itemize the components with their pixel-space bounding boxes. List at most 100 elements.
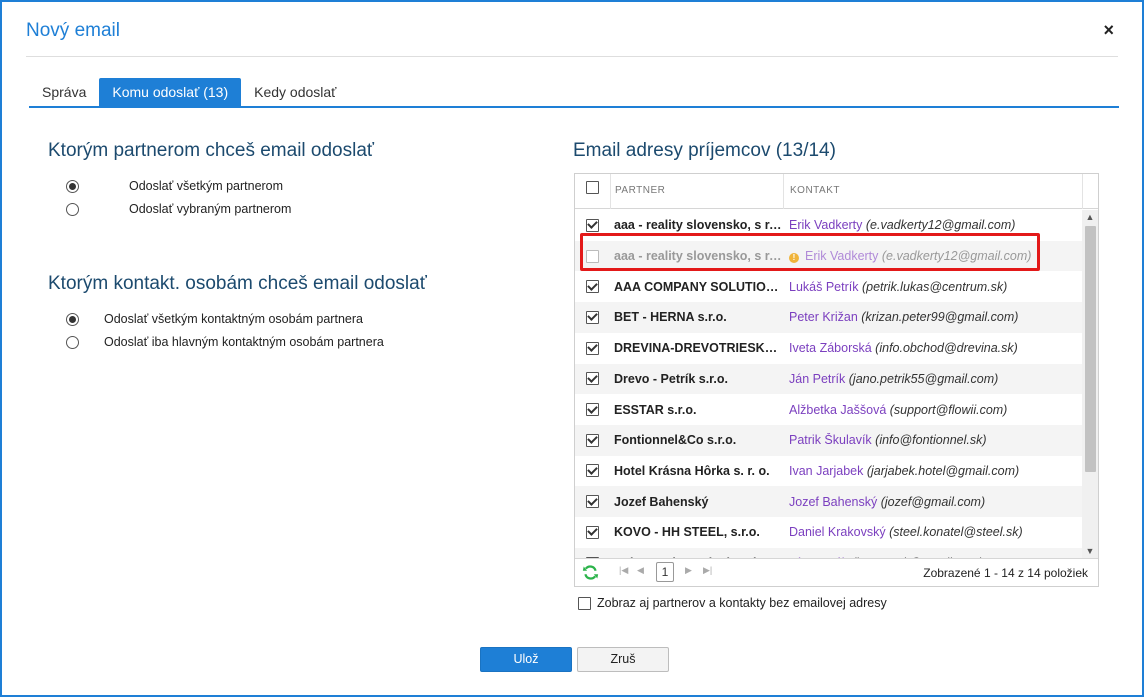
contact-name-link[interactable]: Daniel Krakovský [789,525,886,539]
contact-name-link[interactable]: Patrik Škulavík [789,433,872,447]
tab-bar: Správa Komu odoslať (13) Kedy odoslať [29,78,349,106]
contact-name-link[interactable]: Peter Križan [789,310,858,324]
radio-label: Odoslať vybraným partnerom [129,202,292,216]
show-all-label: Zobraz aj partnerov a kontakty bez email… [597,596,887,610]
radio-label: Odoslať iba hlavným kontaktným osobám pa… [104,335,384,349]
row-checkbox[interactable] [586,372,599,386]
close-icon[interactable]: × [1103,20,1114,40]
select-all-checkbox[interactable] [586,181,599,194]
row-checkbox[interactable] [586,249,599,263]
partner-cell: DREVINA-DREVOTRIESKA,... [614,341,783,356]
contact-cell: ! Erik Vadkerty (e.vadkerty12@gmail.com) [783,249,1032,264]
dialog-title: Nový email [26,20,120,41]
show-all-toggle[interactable]: Zobraz aj partnerov a kontakty bez email… [578,596,887,610]
contact-name-link[interactable]: Alžbetka Jaššová [789,403,886,417]
table-row[interactable]: DREVINA-DREVOTRIESKA,... Iveta Záborská (… [575,333,1082,364]
contact-cell: Lukáš Petrík (petrik.lukas@centrum.sk) [783,280,1007,294]
current-page[interactable]: 1 [656,562,674,582]
contact-email: (jano.petrik55@gmail.com) [848,371,999,386]
table-row[interactable]: ESSTAR s.r.o. Alžbetka Jaššová (support@f… [575,394,1082,425]
show-all-checkbox[interactable] [578,596,591,610]
row-checkbox[interactable] [586,280,599,294]
contact-name-link[interactable]: Lukáš Petrík [789,280,858,294]
contact-name-link[interactable]: Ivan Jarjabek [789,464,863,478]
contact-name-link[interactable]: Iveta Záborská [789,341,872,355]
row-checkbox-cell [575,464,610,478]
tab-message[interactable]: Správa [29,78,99,106]
table-row[interactable]: Fontionnel&Co s.r.o. Patrik Škulavík (inf… [575,424,1082,456]
row-checkbox-cell [575,341,610,355]
radio-button[interactable] [66,335,79,349]
contact-cell: Patrik Škulavík (info@fontionnel.sk) [783,433,987,447]
table-row[interactable]: BET - HERNA s.r.o. Peter Križan (krizan.p… [575,302,1082,333]
row-checkbox[interactable] [586,495,599,509]
new-email-dialog: Nový email × Správa Komu odoslať (13) Ke… [0,0,1144,697]
prev-page-icon[interactable]: ◀ [637,565,644,576]
next-page-icon[interactable]: ▶ [685,565,692,576]
vertical-scrollbar[interactable]: ▲ ▼ [1082,210,1098,558]
table-row[interactable]: aaa - reality slovensko, s r.o. Erik Vadk… [575,210,1082,241]
contact-cell: Ján Petrík (jano.petrik55@gmail.com) [783,372,998,386]
radio-main-contacts[interactable]: Odoslať iba hlavným kontaktným osobám pa… [66,335,384,349]
first-page-icon[interactable]: |◀ [619,565,628,576]
partner-cell: Fontionnel&Co s.r.o. [614,433,737,448]
row-checkbox[interactable] [586,433,599,447]
tab-recipients[interactable]: Komu odoslať (13) [99,78,242,106]
table-row[interactable]: Balov - zakrcený a hotelJán Novák (jan.n… [575,547,1082,558]
row-checkbox[interactable] [586,403,599,417]
radio-label: Odoslať všetkým partnerom [129,179,284,193]
row-checkbox-cell [575,280,610,294]
save-button[interactable]: Ulož [480,647,572,672]
title-divider [26,56,1118,57]
grid-pager: |◀ ◀ 1 ▶ ▶| Zobrazené 1 - 14 z 14 položi… [575,558,1098,586]
radio-button[interactable] [66,312,79,326]
radio-button[interactable] [66,179,79,193]
partner-cell: Drevo - Petrík s.r.o. [614,371,728,386]
contact-name-link[interactable]: Jozef Bahenský [789,495,877,509]
radio-all-partners[interactable]: Odoslať všetkým partnerom [66,179,283,193]
contact-email: (info.obchod@drevina.sk) [875,341,1018,356]
radio-label: Odoslať všetkým kontaktným osobám partne… [104,312,363,326]
contact-cell: Alžbetka Jaššová (support@flowii.com) [783,403,1007,417]
scrollbar-thumb[interactable] [1085,226,1096,472]
scroll-down-icon[interactable]: ▼ [1082,544,1098,558]
row-checkbox-cell [575,495,610,509]
contact-cell: Iveta Záborská (info.obchod@drevina.sk) [783,341,1018,355]
table-row[interactable]: KOVO - HH STEEL, s.r.o. Daniel Krakovský … [575,517,1082,548]
contact-email: (e.vadkerty12@gmail.com) [881,249,1032,264]
table-row[interactable]: Hotel Krásna Hôrka s. r. o. Ivan Jarjabek… [575,456,1082,487]
column-divider [610,174,611,209]
radio-button[interactable] [66,202,79,216]
contact-name-link[interactable]: Erik Vadkerty [805,249,878,263]
contact-name-link[interactable]: Erik Vadkerty [789,218,862,232]
scroll-up-icon[interactable]: ▲ [1082,210,1098,224]
cancel-button[interactable]: Zruš [577,647,669,672]
row-checkbox[interactable] [586,310,599,324]
row-checkbox-cell [575,403,610,417]
last-page-icon[interactable]: ▶| [703,565,712,576]
partner-cell: AAA COMPANY SOLUTIONS [614,279,783,294]
radio-all-contacts[interactable]: Odoslať všetkým kontaktným osobám partne… [66,312,363,326]
table-row[interactable]: Jozef Bahenský Jozef Bahenský (jozef@gmai… [575,486,1082,517]
grid-body: aaa - reality slovensko, s r.o. Erik Vadk… [575,210,1082,558]
partners-section-title: Ktorým partnerom chceš email odoslať [48,140,375,161]
row-checkbox[interactable] [586,464,599,478]
tab-schedule[interactable]: Kedy odoslať [241,78,349,106]
row-checkbox[interactable] [586,341,599,355]
contact-name-link[interactable]: Ján Petrík [789,372,845,386]
partner-cell: Hotel Krásna Hôrka s. r. o. [614,463,770,478]
row-checkbox[interactable] [586,525,599,539]
row-checkbox-cell [575,249,610,263]
contact-email: (jozef@gmail.com) [880,494,986,509]
column-header-partner[interactable]: PARTNER [615,174,665,209]
column-divider [783,174,784,209]
partner-cell: Jozef Bahenský [614,494,709,509]
column-header-contact[interactable]: KONTAKT [790,174,840,209]
radio-selected-partners[interactable]: Odoslať vybraným partnerom [66,202,291,216]
table-row[interactable]: AAA COMPANY SOLUTIONS Lukáš Petrík (petri… [575,271,1082,302]
refresh-icon[interactable] [582,564,599,581]
table-row[interactable]: aaa - reality slovensko, s r.o.! Erik Vad… [575,240,1082,272]
row-checkbox[interactable] [586,218,599,232]
contact-cell: Peter Križan (krizan.peter99@gmail.com) [783,310,1018,324]
table-row[interactable]: Drevo - Petrík s.r.o. Ján Petrík (jano.pe… [575,363,1082,395]
